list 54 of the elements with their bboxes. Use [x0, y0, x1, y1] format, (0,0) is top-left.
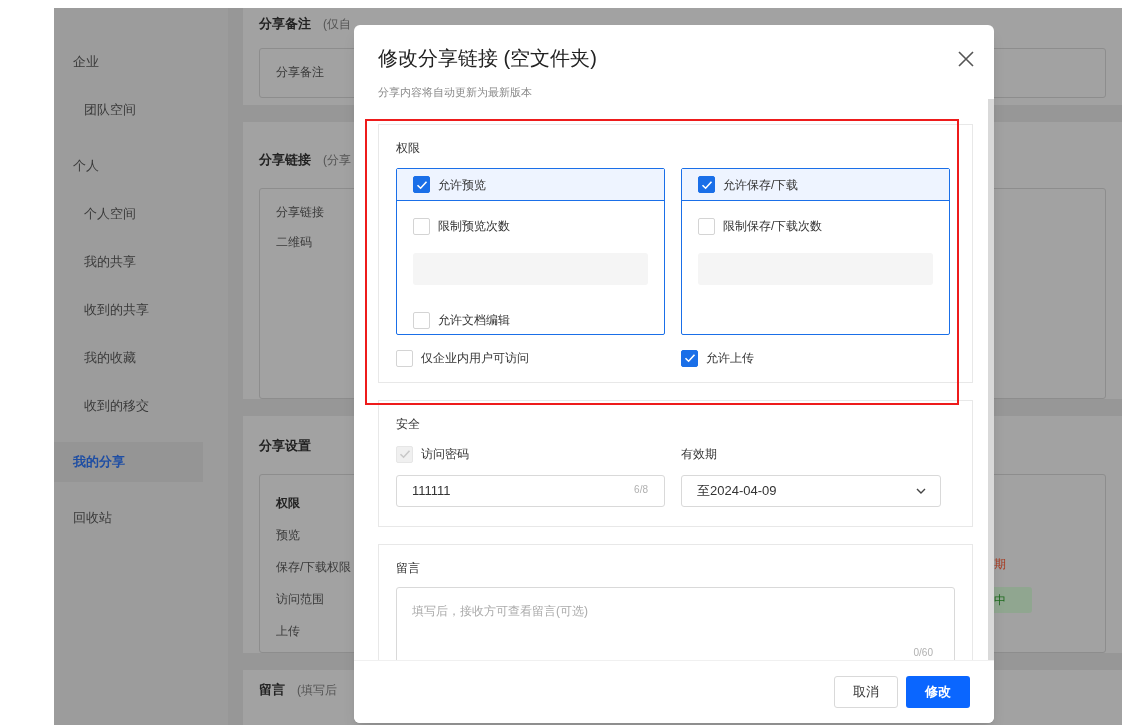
card-note: (仅自 — [323, 16, 351, 33]
card-title: 分享设置 — [259, 437, 311, 456]
sidebar-item[interactable]: 我的共享 — [54, 242, 203, 282]
info-label: 分享备注 — [276, 64, 324, 81]
checkbox[interactable] — [681, 349, 698, 367]
sidebar-item[interactable]: 企业 — [54, 42, 203, 82]
checkbox-label: 允许预览 — [438, 176, 486, 194]
close-icon[interactable] — [958, 51, 974, 67]
card-note: (填写后 — [297, 681, 337, 699]
card-note: (分享 — [323, 151, 351, 169]
check-icon — [683, 352, 696, 364]
info-label: 二维码 — [276, 233, 312, 251]
sidebar-item[interactable]: 团队空间 — [54, 90, 203, 130]
field-label: 有效期 — [681, 446, 718, 463]
char-counter: 0/60 — [913, 646, 933, 660]
info-label: 上传 — [276, 622, 300, 640]
info-label: 权限 — [276, 494, 300, 512]
checkbox-label: 限制保存/下载次数 — [723, 218, 823, 235]
info-label: 预览 — [276, 526, 300, 544]
section-title: 安全 — [396, 417, 421, 431]
sidebar-item[interactable]: 收到的共享 — [54, 290, 203, 330]
checkbox[interactable] — [698, 176, 715, 193]
sidebar-item[interactable]: 个人空间 — [54, 194, 203, 234]
dialog-title: 修改分享链接 (空文件夹) — [378, 46, 597, 71]
checkbox-label: 限制预览次数 — [438, 218, 510, 235]
card-title: 留言 — [259, 681, 285, 700]
sidebar-item[interactable]: 收到的移交 — [54, 386, 203, 426]
checkbox-label: 允许文档编辑 — [438, 312, 510, 329]
checkbox-label: 仅企业内用户可访问 — [421, 350, 529, 367]
status-text: 期 — [994, 555, 1006, 573]
sidebar-item[interactable]: 个人 — [54, 146, 203, 186]
cancel-button[interactable]: 取消 — [834, 676, 898, 708]
section-title: 留言 — [396, 561, 421, 575]
chevron-down-icon — [916, 488, 926, 494]
scrollbar[interactable] — [988, 99, 994, 660]
card-title: 分享备注 — [259, 15, 311, 34]
confirm-button[interactable]: 修改 — [906, 676, 970, 708]
dialog-subtitle: 分享内容将自动更新为最新版本 — [377, 85, 533, 99]
check-icon — [398, 448, 411, 460]
sidebar-item[interactable]: 我的收藏 — [54, 338, 203, 378]
checkbox-label: 访问密码 — [421, 446, 469, 463]
info-label: 分享链接 — [276, 203, 324, 221]
sidebar-item[interactable]: 我的分享 — [54, 442, 203, 482]
field-value: 111111 — [412, 482, 451, 501]
checkbox[interactable] — [413, 176, 430, 193]
card-title: 分享链接 — [259, 151, 311, 170]
checkbox-label: 允许上传 — [706, 350, 754, 367]
info-label: 访问范围 — [276, 590, 324, 608]
info-label: 保存/下载权限 — [276, 558, 352, 576]
char-counter: 6/8 — [634, 483, 648, 497]
sidebar-item[interactable]: 回收站 — [54, 498, 203, 538]
section-title: 权限 — [396, 141, 421, 155]
checkbox-label: 允许保存/下载 — [723, 176, 799, 194]
expiry-select[interactable]: 至2024-04-09 — [681, 475, 941, 507]
